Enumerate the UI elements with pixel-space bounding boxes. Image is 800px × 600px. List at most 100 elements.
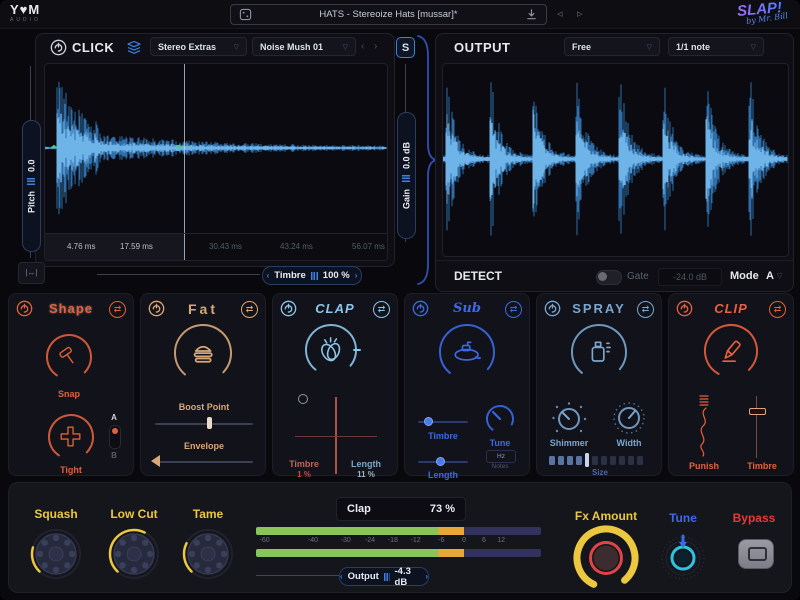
chevron-down-icon[interactable]: ▽: [777, 272, 782, 280]
output-gain-slider[interactable]: ‹ Output -4.3 dB ›: [339, 567, 429, 586]
xy-pad-marker[interactable]: [298, 394, 308, 404]
size-slider[interactable]: [549, 453, 651, 467]
prev-sample-button[interactable]: ‹: [361, 41, 364, 52]
sample-value: Noise Mush 01: [260, 42, 323, 52]
note-rate-value: 1/1 note: [676, 42, 710, 52]
click-panel: CLICK Stereo Extras ▽ Noise Mush 01 ▽ ‹ …: [35, 33, 395, 267]
sub-timbre-handle[interactable]: [424, 417, 433, 426]
width-knob[interactable]: [611, 400, 647, 436]
playhead-cursor[interactable]: [184, 64, 185, 234]
gear-knob-graphic: [106, 526, 162, 582]
preset-browser-icon[interactable]: [239, 8, 252, 21]
timbre-value: 100 %: [323, 270, 350, 281]
size-slider-handle[interactable]: [585, 453, 589, 467]
notes-unit-button[interactable]: Notes: [486, 463, 514, 470]
meter-tick-label: -18: [388, 537, 398, 544]
low-cut-knob[interactable]: [106, 526, 162, 582]
gate-threshold-value[interactable]: -24.0 dB: [658, 268, 722, 286]
fx-amount-knob[interactable]: [569, 521, 643, 595]
power-icon[interactable]: [50, 39, 67, 56]
increment-arrow-icon[interactable]: ›: [355, 271, 358, 280]
decrement-arrow-icon[interactable]: ‹: [340, 572, 343, 581]
submarine-icon: [450, 335, 483, 368]
power-icon[interactable]: [148, 300, 165, 317]
stereo-width-button[interactable]: |↔|: [18, 262, 45, 284]
sync-mode-dropdown[interactable]: Free ▽: [564, 37, 660, 56]
shimmer-label: Shimmer: [543, 438, 595, 448]
trim-start-marker[interactable]: ◂▸: [51, 142, 55, 151]
clip-timbre-handle[interactable]: [749, 408, 766, 415]
increment-arrow-icon[interactable]: ›: [425, 572, 428, 581]
preset-name[interactable]: HATS - Stereoize Hats [mussar]*: [231, 9, 546, 20]
bypass-button[interactable]: [738, 539, 774, 569]
power-icon[interactable]: [544, 300, 561, 317]
envelope-slider[interactable]: [155, 461, 253, 463]
chevron-down-icon: ▽: [343, 43, 348, 51]
power-icon[interactable]: [412, 300, 429, 317]
ab-option-a[interactable]: A: [107, 413, 121, 422]
save-preset-icon[interactable]: [525, 8, 538, 21]
sub-main-knob[interactable]: [435, 320, 499, 384]
envelope-handle[interactable]: [151, 455, 160, 467]
ab-option-b[interactable]: B: [107, 451, 121, 460]
next-sample-button[interactable]: ›: [374, 41, 377, 52]
clap-main-knob[interactable]: [301, 320, 361, 380]
squash-knob[interactable]: [28, 526, 84, 582]
swap-routing-icon[interactable]: ⇄: [769, 301, 786, 318]
fat-module-panel: Fat ⇄ Boost Point Envelope: [140, 293, 266, 476]
swap-routing-icon[interactable]: ⇄: [373, 301, 390, 318]
meter-bar-right: [256, 549, 541, 557]
sample-bank-dropdown[interactable]: Stereo Extras ▽: [150, 37, 247, 56]
tame-knob[interactable]: [180, 526, 236, 582]
power-icon[interactable]: [280, 300, 297, 317]
output-waveform-display[interactable]: [442, 63, 789, 257]
knob-arc: [611, 400, 647, 436]
sub-tune-knob[interactable]: [483, 402, 517, 436]
ab-toggle[interactable]: [109, 425, 121, 449]
swap-routing-icon[interactable]: ⇄: [505, 301, 522, 318]
boost-point-slider[interactable]: [155, 423, 253, 425]
punish-spring-slider[interactable]: [695, 394, 713, 458]
prev-preset-button[interactable]: ◃: [557, 7, 563, 20]
trim-end-marker[interactable]: ◂▸: [176, 142, 180, 151]
time-label: 17.59 ms: [120, 242, 153, 251]
boost-point-handle[interactable]: [207, 417, 212, 429]
xy-pad-horizontal-axis[interactable]: [295, 436, 377, 437]
pitch-slider[interactable]: Pitch 0.0: [22, 120, 41, 252]
spray-main-knob[interactable]: [567, 320, 631, 384]
low-cut-label: Low Cut: [99, 507, 169, 521]
note-rate-dropdown[interactable]: 1/1 note ▽: [668, 37, 764, 56]
sample-dropdown[interactable]: Noise Mush 01 ▽: [252, 37, 356, 56]
meter-tick-label: -24: [365, 537, 375, 544]
preset-browser-bar[interactable]: HATS - Stereoize Hats [mussar]*: [230, 4, 547, 25]
gate-toggle[interactable]: [596, 270, 622, 285]
swap-routing-icon[interactable]: ⇄: [109, 301, 126, 318]
next-preset-button[interactable]: ▹: [577, 7, 583, 20]
output-slider-track[interactable]: [256, 575, 339, 576]
tune-knob[interactable]: [658, 533, 708, 583]
click-waveform-display[interactable]: ◂▸ ◂▸ 4.76 ms 17.59 ms 30.43 ms 43.24 ms…: [44, 63, 388, 261]
sample-bank-value: Stereo Extras: [158, 42, 216, 52]
size-slider-segment: [610, 456, 616, 465]
hz-unit-button[interactable]: Hz: [486, 450, 516, 463]
timbre-slider[interactable]: ‹ Timbre 100 % ›: [262, 266, 362, 285]
timbre-slider-track[interactable]: [97, 274, 260, 275]
power-icon[interactable]: [16, 300, 33, 317]
snap-knob[interactable]: [43, 331, 95, 383]
clip-main-knob[interactable]: [700, 320, 762, 382]
output-gain-value: -4.3 dB: [395, 566, 421, 588]
chevron-down-icon: ▽: [751, 43, 756, 51]
fat-main-knob[interactable]: [170, 320, 236, 386]
mode-value[interactable]: A: [766, 270, 774, 282]
power-icon[interactable]: [676, 300, 693, 317]
click-title: CLICK: [72, 40, 114, 55]
swap-routing-icon[interactable]: ⇄: [241, 301, 258, 318]
shimmer-knob[interactable]: [551, 401, 587, 437]
decrement-arrow-icon[interactable]: ‹: [267, 271, 270, 280]
pitch-label: Pitch: [27, 191, 37, 213]
sub-length-handle[interactable]: [436, 457, 445, 466]
tight-knob[interactable]: [45, 411, 97, 463]
layers-icon[interactable]: [126, 40, 142, 55]
swap-routing-icon[interactable]: ⇄: [637, 301, 654, 318]
clip-timbre-slider[interactable]: [756, 396, 757, 458]
